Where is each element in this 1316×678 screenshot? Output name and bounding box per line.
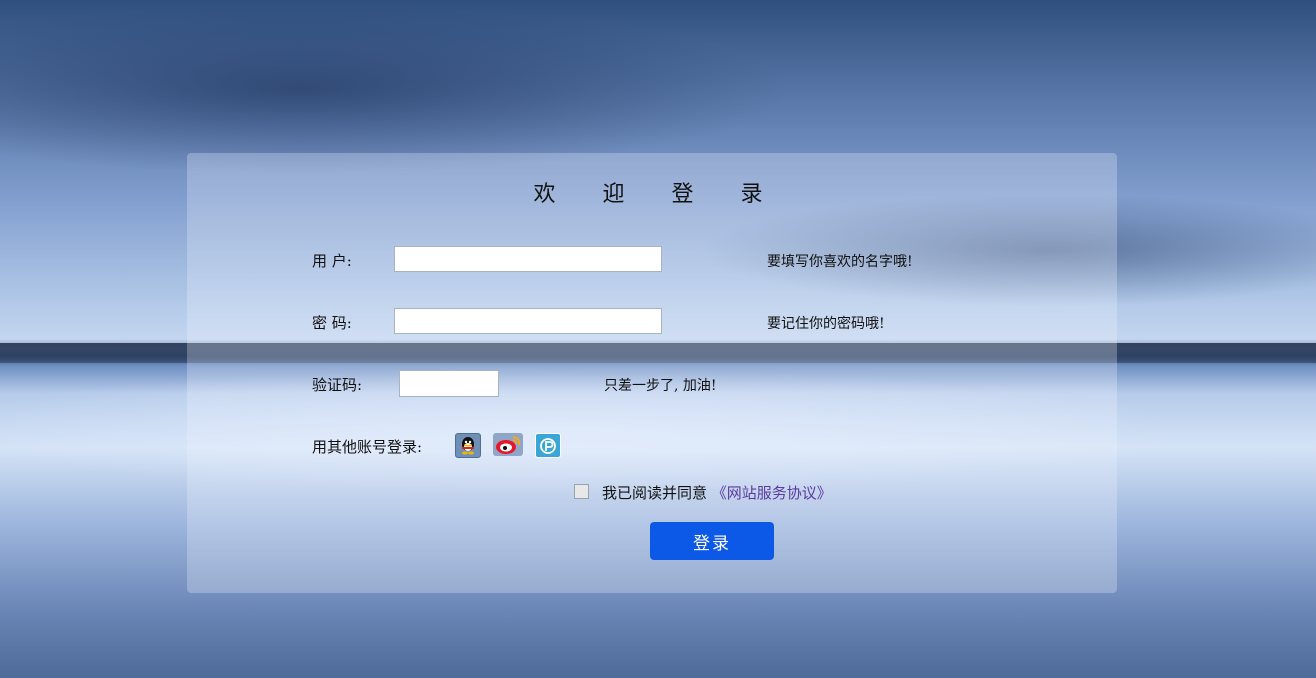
agreement-label: 我已阅读并同意: [602, 484, 708, 502]
username-input[interactable]: [394, 246, 662, 272]
username-label: 用 户:: [312, 252, 352, 270]
service-agreement-link[interactable]: 《网站服务协议》: [712, 484, 832, 502]
qq-icon[interactable]: [455, 433, 481, 458]
login-button[interactable]: 登录: [650, 522, 774, 560]
agreement-text: 我已阅读并同意 《网站服务协议》: [602, 482, 832, 503]
captcha-label: 验证码:: [312, 376, 363, 394]
page-title: 欢 迎 登 录: [533, 182, 783, 207]
password-hint: 要记住你的密码哦!: [767, 316, 885, 332]
username-hint: 要填写你喜欢的名字哦!: [767, 254, 913, 270]
agreement-checkbox[interactable]: [574, 484, 589, 499]
password-input[interactable]: [394, 308, 662, 334]
weibo-icon[interactable]: [493, 433, 523, 456]
captcha-hint: 只差一步了, 加油!: [604, 378, 717, 394]
pp-icon[interactable]: [535, 433, 561, 458]
social-login-label: 用其他账号登录:: [312, 438, 423, 456]
captcha-input[interactable]: [399, 370, 499, 397]
password-label: 密 码:: [312, 314, 352, 332]
